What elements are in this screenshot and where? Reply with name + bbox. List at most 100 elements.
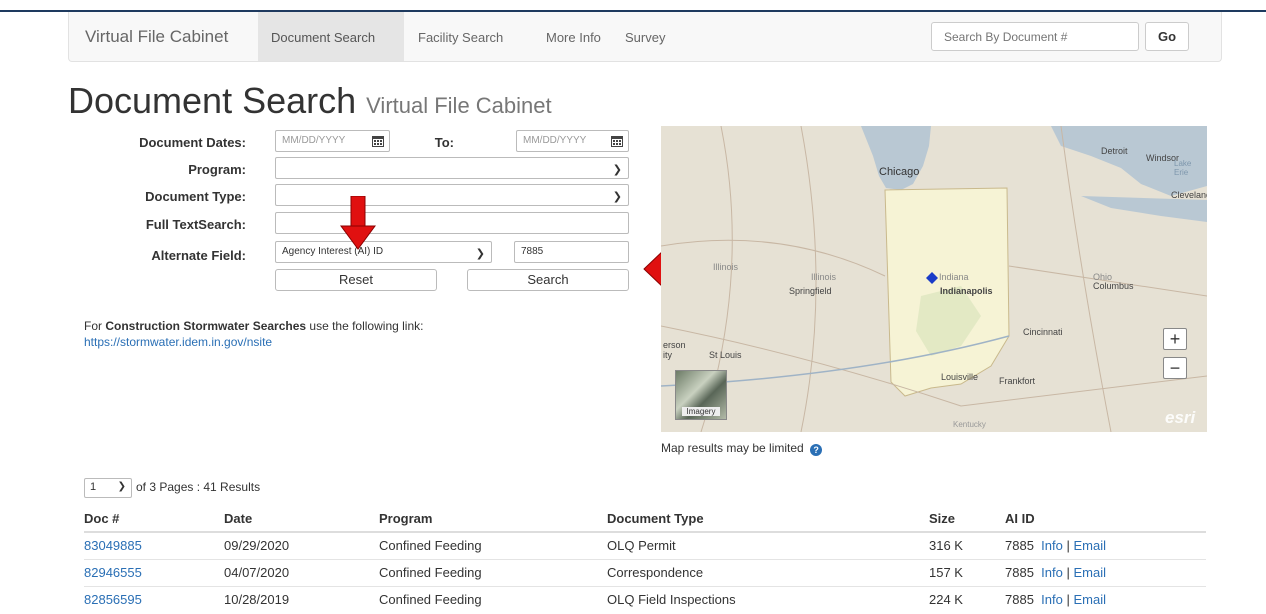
map-label-st-louis: St Louis bbox=[709, 350, 742, 360]
nav-facility-search[interactable]: Facility Search bbox=[418, 30, 503, 45]
info-link[interactable]: Info bbox=[1041, 565, 1063, 580]
header-date[interactable]: Date bbox=[224, 505, 379, 533]
stormwater-prefix: For bbox=[84, 319, 106, 333]
chevron-down-icon: ❯ bbox=[475, 248, 485, 260]
page-select-value: 1 bbox=[90, 481, 97, 493]
chevron-down-icon: ❯ bbox=[612, 164, 622, 176]
doc-type: OLQ Permit bbox=[607, 531, 929, 559]
map-note: Map results may be limited ? bbox=[661, 441, 823, 456]
header-program[interactable]: Program bbox=[379, 505, 607, 533]
table-row: 82856595 10/28/2019 Confined Feeding OLQ… bbox=[84, 585, 1206, 613]
email-link[interactable]: Email bbox=[1073, 592, 1106, 607]
doc-number-link[interactable]: 83049885 bbox=[84, 538, 142, 553]
alternate-field-value-input[interactable]: 7885 bbox=[514, 241, 629, 263]
stormwater-note: For Construction Stormwater Searches use… bbox=[84, 318, 423, 350]
document-number-search-input[interactable] bbox=[931, 22, 1139, 51]
search-button[interactable]: Search bbox=[467, 269, 629, 291]
to-label: To: bbox=[434, 135, 454, 150]
map-view[interactable]: Chicago Detroit Windsor Lake Erie Clevel… bbox=[661, 126, 1207, 432]
info-link[interactable]: Info bbox=[1041, 538, 1063, 553]
map-label-cleveland: Clevelanc bbox=[1171, 190, 1207, 200]
header-size[interactable]: Size bbox=[929, 505, 1005, 533]
nav-more-info[interactable]: More Info bbox=[546, 30, 601, 45]
map-label-illinois: Illinois bbox=[713, 262, 739, 272]
map-label-cincinnati: Cincinnati bbox=[1023, 327, 1063, 337]
map-label-kentucky: Kentucky bbox=[953, 420, 986, 429]
question-circle-icon[interactable]: ? bbox=[810, 444, 823, 456]
stormwater-suffix: use the following link: bbox=[306, 319, 424, 333]
link-separator: | bbox=[1066, 538, 1070, 554]
info-link[interactable]: Info bbox=[1041, 592, 1063, 607]
header-document-type[interactable]: Document Type bbox=[607, 505, 929, 533]
doc-type: Correspondence bbox=[607, 558, 929, 586]
doc-date: 10/28/2019 bbox=[224, 585, 379, 613]
doc-size: 224 K bbox=[929, 585, 1005, 613]
map-canvas[interactable] bbox=[661, 126, 1207, 432]
map-label-jefferson: erson bbox=[663, 340, 686, 350]
red-arrow-down-annotation bbox=[340, 196, 376, 250]
imagery-label: Imagery bbox=[682, 407, 720, 416]
alternate-field-value: 7885 bbox=[521, 246, 544, 257]
doc-number-link[interactable]: 82856595 bbox=[84, 592, 142, 607]
map-label-lake-erie: Lake Erie bbox=[1174, 159, 1192, 177]
page-title-text: Document Search bbox=[68, 80, 357, 121]
doc-program: Confined Feeding bbox=[379, 558, 607, 586]
map-note-text: Map results may be limited bbox=[661, 441, 804, 455]
ai-id: 7885 bbox=[1005, 565, 1034, 580]
program-label: Program: bbox=[188, 162, 246, 177]
page-select[interactable]: 1 ❯ bbox=[84, 478, 132, 498]
date-to-placeholder: MM/DD/YYYY bbox=[523, 135, 587, 146]
zoom-out-button[interactable]: − bbox=[1163, 357, 1187, 379]
stormwater-link[interactable]: https://stormwater.idem.in.gov/nsite bbox=[84, 335, 272, 349]
nav-document-search[interactable]: Document Search bbox=[271, 30, 375, 45]
map-label-city: ity bbox=[663, 350, 672, 360]
ai-id: 7885 bbox=[1005, 538, 1034, 554]
full-text-search-input[interactable] bbox=[275, 212, 629, 234]
full-text-search-label: Full TextSearch: bbox=[145, 217, 246, 232]
doc-number-link[interactable]: 82946555 bbox=[84, 565, 142, 580]
map-label-detroit: Detroit bbox=[1101, 146, 1128, 156]
doc-date: 09/29/2020 bbox=[224, 531, 379, 559]
table-row: 82946555 04/07/2020 Confined Feeding Cor… bbox=[84, 558, 1206, 586]
alternate-field-select[interactable]: Agency Interest (AI) ID ❯ bbox=[275, 241, 492, 263]
doc-size: 157 K bbox=[929, 558, 1005, 586]
link-separator: | bbox=[1066, 592, 1070, 608]
doc-date: 04/07/2020 bbox=[224, 558, 379, 586]
document-dates-label: Document Dates: bbox=[139, 135, 246, 150]
map-label-louisville: Louisville bbox=[941, 372, 979, 382]
pager: 1 ❯ of 3 Pages : 41 Results bbox=[84, 478, 260, 498]
page-title: Document Search Virtual File Cabinet bbox=[68, 80, 552, 122]
table-header-row: Doc # Date Program Document Type Size AI… bbox=[84, 505, 1206, 533]
link-separator: | bbox=[1066, 565, 1070, 580]
doc-program: Confined Feeding bbox=[379, 531, 607, 559]
imagery-basemap-toggle[interactable]: Imagery bbox=[675, 370, 727, 420]
map-label-indianapolis: Indianapolis bbox=[940, 286, 993, 296]
header-doc-number[interactable]: Doc # bbox=[84, 505, 224, 533]
program-select[interactable]: ❯ bbox=[275, 157, 629, 179]
header-ai-id[interactable]: AI ID bbox=[1005, 505, 1206, 533]
zoom-in-button[interactable]: + bbox=[1163, 328, 1187, 350]
ai-id: 7885 bbox=[1005, 592, 1034, 608]
doc-program: Confined Feeding bbox=[379, 585, 607, 613]
doc-size: 316 K bbox=[929, 531, 1005, 559]
map-label-springfield: Springfield bbox=[789, 286, 832, 296]
map-label-illinois-2: Illinois bbox=[811, 272, 837, 282]
map-label-columbus: Columbus bbox=[1093, 281, 1134, 291]
esri-logo: esri bbox=[1165, 408, 1196, 427]
go-button[interactable]: Go bbox=[1145, 22, 1189, 51]
page-subtitle: Virtual File Cabinet bbox=[366, 93, 552, 118]
reset-button[interactable]: Reset bbox=[275, 269, 437, 291]
results-table: Doc # Date Program Document Type Size AI… bbox=[84, 505, 1206, 613]
nav-survey[interactable]: Survey bbox=[625, 30, 665, 45]
chevron-down-icon: ❯ bbox=[612, 191, 622, 203]
stormwater-bold: Construction Stormwater Searches bbox=[105, 319, 307, 333]
calendar-icon[interactable] bbox=[610, 134, 624, 148]
brand-link[interactable]: Virtual File Cabinet bbox=[85, 27, 228, 47]
email-link[interactable]: Email bbox=[1073, 565, 1106, 580]
email-link[interactable]: Email bbox=[1073, 538, 1106, 553]
document-type-select[interactable]: ❯ bbox=[275, 184, 629, 206]
date-to-field[interactable]: MM/DD/YYYY bbox=[516, 130, 629, 152]
document-type-label: Document Type: bbox=[145, 189, 246, 204]
map-label-frankfort: Frankfort bbox=[999, 376, 1036, 386]
navbar: Virtual File Cabinet Document Search Fac… bbox=[68, 12, 1222, 62]
